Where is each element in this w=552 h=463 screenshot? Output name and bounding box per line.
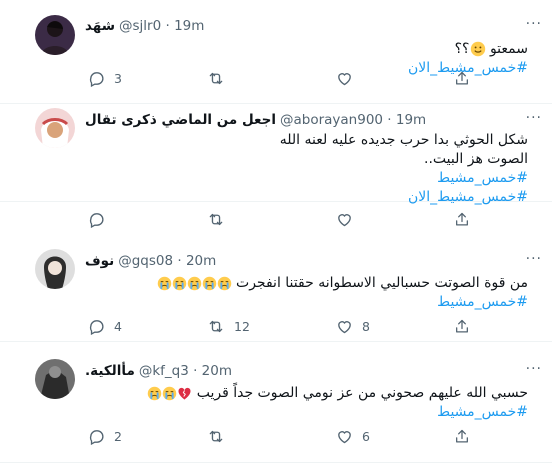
reply-button[interactable]: 2 bbox=[88, 428, 122, 445]
emoji-icon bbox=[147, 385, 192, 401]
tweet-text: من قوة الصوتت حسباليي الاسطوانه حقتنا ان… bbox=[157, 274, 528, 312]
reply-icon bbox=[88, 428, 105, 445]
tweet[interactable]: شهَد @sjlr0 · 19m ··· سمعتو ؟؟ #خمس_مشيط_الا… bbox=[0, 0, 552, 104]
more-options-icon[interactable]: ··· bbox=[526, 361, 542, 377]
tweet-text-line: سمعتو bbox=[489, 41, 528, 57]
tweet-text: شكل الحوثي بدا حرب جديده عليه لعنه الله ا… bbox=[280, 131, 528, 207]
tweet-text: حسبي الله عليهم صحوني من عز نومي الصوت ج… bbox=[147, 384, 528, 422]
avatar[interactable] bbox=[35, 249, 75, 289]
like-button[interactable]: 6 bbox=[336, 428, 370, 445]
share-icon bbox=[454, 428, 470, 445]
user-handle[interactable]: @sjlr0 bbox=[119, 18, 161, 34]
reply-icon bbox=[88, 318, 105, 335]
timestamp[interactable]: 19m bbox=[174, 18, 204, 34]
share-button[interactable] bbox=[454, 70, 479, 87]
display-name[interactable]: مأالكية. bbox=[85, 363, 135, 379]
display-name[interactable]: نوف bbox=[85, 253, 114, 269]
timestamp[interactable]: 19m bbox=[396, 112, 426, 128]
reply-icon bbox=[88, 70, 105, 87]
hashtag-link[interactable]: #خمس_مشيط bbox=[437, 170, 528, 186]
timestamp[interactable]: 20m bbox=[202, 363, 232, 379]
separator-dot: · bbox=[173, 253, 186, 269]
timestamp[interactable]: 20m bbox=[186, 253, 216, 269]
tweet-text-line: شكل الحوثي بدا حرب جديده عليه لعنه الله bbox=[279, 132, 528, 148]
like-count: 8 bbox=[362, 319, 370, 334]
tweet-text-suffix: ؟؟ bbox=[454, 41, 470, 57]
retweet-button[interactable] bbox=[207, 70, 234, 87]
tweet-header: شهَد @sjlr0 · 19m bbox=[85, 18, 204, 34]
tweet[interactable]: نوف @gqs08 · 20m ··· من قوة الصوتت حسباليي … bbox=[0, 202, 552, 342]
retweet-icon bbox=[207, 428, 225, 445]
tweet-header: مأالكية. @kf_q3 · 20m bbox=[85, 363, 232, 379]
separator-dot: · bbox=[188, 363, 202, 379]
share-icon bbox=[454, 318, 470, 335]
retweet-button[interactable]: 12 bbox=[207, 318, 250, 335]
like-icon bbox=[336, 318, 353, 335]
share-button[interactable] bbox=[454, 318, 479, 335]
reply-button[interactable]: 3 bbox=[88, 70, 122, 87]
like-icon bbox=[336, 70, 353, 87]
retweet-count: 12 bbox=[234, 319, 250, 334]
hashtag-link[interactable]: #خمس_مشيط bbox=[437, 404, 528, 420]
like-button[interactable]: 8 bbox=[336, 318, 370, 335]
tweet[interactable]: مأالكية. @kf_q3 · 20m ··· حسبي الله عليهم ص… bbox=[0, 342, 552, 463]
avatar[interactable] bbox=[35, 359, 75, 399]
user-handle[interactable]: @aborayan900 bbox=[280, 112, 383, 128]
reply-count: 4 bbox=[114, 319, 122, 334]
tweet-text-line: من قوة الصوتت حسباليي الاسطوانه حقتنا ان… bbox=[236, 275, 528, 291]
avatar[interactable] bbox=[35, 15, 75, 55]
like-button[interactable] bbox=[336, 70, 362, 87]
display-name[interactable]: شهَد bbox=[85, 18, 115, 34]
tweet-text-line: حسبي الله عليهم صحوني من عز نومي الصوت ج… bbox=[196, 385, 528, 401]
display-name[interactable]: اجعل من الماضي ذكرى تقال bbox=[85, 112, 276, 128]
reply-count: 2 bbox=[114, 429, 122, 444]
share-icon bbox=[454, 70, 470, 87]
retweet-icon bbox=[207, 318, 225, 335]
tweet-actions: 3 bbox=[0, 70, 552, 90]
user-handle[interactable]: @gqs08 bbox=[118, 253, 173, 269]
like-icon bbox=[336, 428, 353, 445]
reply-count: 3 bbox=[114, 71, 122, 86]
retweet-icon bbox=[207, 70, 225, 87]
emoji-icon bbox=[157, 275, 232, 291]
hashtag-link[interactable]: #خمس_مشيط bbox=[437, 294, 528, 310]
tweet[interactable]: اجعل من الماضي ذكرى تقال @aborayan900 · 1… bbox=[0, 104, 552, 228]
retweet-button[interactable] bbox=[207, 428, 234, 445]
tweet-text-line: الصوت هز البيت.. bbox=[424, 151, 528, 167]
like-count: 6 bbox=[362, 429, 370, 444]
tweet-actions: 4 12 8 bbox=[0, 318, 552, 338]
tweet-header: نوف @gqs08 · 20m bbox=[85, 253, 216, 269]
reply-button[interactable]: 4 bbox=[88, 318, 122, 335]
tweet-actions: 26 bbox=[0, 428, 552, 448]
share-button[interactable] bbox=[454, 428, 479, 445]
user-handle[interactable]: @kf_q3 bbox=[139, 363, 189, 379]
more-options-icon[interactable]: ··· bbox=[526, 110, 542, 126]
tweet-header: اجعل من الماضي ذكرى تقال @aborayan900 · 1… bbox=[85, 112, 426, 128]
emoji-icon bbox=[470, 41, 486, 57]
separator-dot: · bbox=[161, 18, 175, 34]
more-options-icon[interactable]: ··· bbox=[526, 251, 542, 267]
avatar[interactable] bbox=[35, 108, 75, 148]
more-options-icon[interactable]: ··· bbox=[526, 16, 542, 32]
separator-dot: · bbox=[383, 112, 396, 128]
